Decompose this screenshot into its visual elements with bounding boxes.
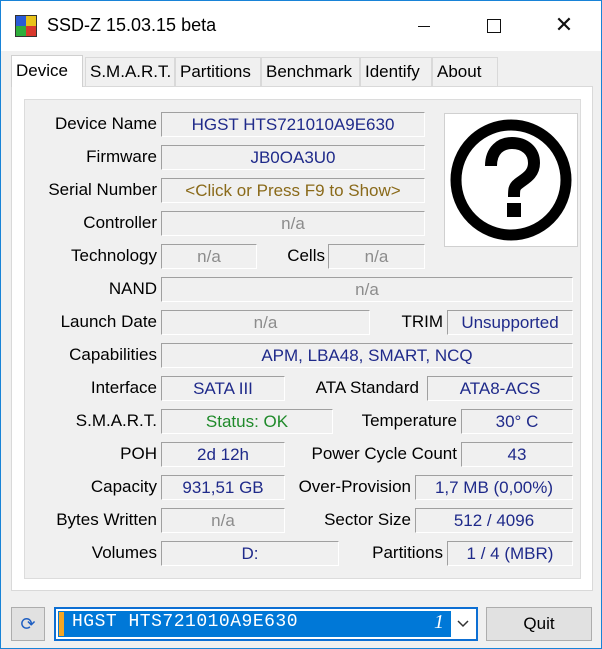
technology-label: Technology xyxy=(70,246,157,265)
nand-value: n/a xyxy=(161,277,573,302)
partitions-value: 1 / 4 (MBR) xyxy=(447,541,573,566)
power-cycle-count-label: Power Cycle Count xyxy=(311,444,457,463)
quit-button[interactable]: Quit xyxy=(486,607,592,641)
power-cycle-count-value: 43 xyxy=(461,442,573,467)
tab-about[interactable]: About xyxy=(432,57,498,87)
over-provision-label: Over-Provision xyxy=(298,477,411,496)
controller-value: n/a xyxy=(161,211,425,236)
capabilities-value: APM, LBA48, SMART, NCQ xyxy=(161,343,573,368)
question-mark-icon xyxy=(450,119,572,241)
technology-value: n/a xyxy=(161,244,257,269)
device-tab-panel: Device Name HGST HTS721010A9E630 Firmwar… xyxy=(11,86,593,591)
tab-smart[interactable]: S.M.A.R.T. xyxy=(85,57,175,87)
smart-label: S.M.A.R.T. xyxy=(75,411,157,430)
app-window: SSD-Z 15.03.15 beta ✕ Device S.M.A.R.T. … xyxy=(0,0,602,649)
serial-number-value[interactable]: <Click or Press F9 to Show> xyxy=(161,178,425,203)
maximize-icon xyxy=(487,19,501,33)
bytes-written-label: Bytes Written xyxy=(56,510,157,529)
app-icon xyxy=(15,15,37,37)
partitions-label: Partitions xyxy=(372,543,443,562)
smart-status-value: Status: OK xyxy=(161,409,333,434)
capabilities-label: Capabilities xyxy=(69,345,157,364)
interface-label: Interface xyxy=(90,378,157,397)
poh-label: POH xyxy=(120,444,157,463)
firmware-value: JB0OA3U0 xyxy=(161,145,425,170)
temperature-label: Temperature xyxy=(361,411,457,430)
close-icon: ✕ xyxy=(554,13,574,38)
refresh-icon: ⟳ xyxy=(20,613,36,635)
volumes-value: D: xyxy=(161,541,339,566)
refresh-button[interactable]: ⟳ xyxy=(11,607,45,641)
launch-date-value: n/a xyxy=(161,310,370,335)
minimize-button[interactable] xyxy=(401,1,447,51)
over-provision-value: 1,7 MB (0,00%) xyxy=(415,475,573,500)
tab-benchmark[interactable]: Benchmark xyxy=(261,57,360,87)
tab-identify[interactable]: Identify xyxy=(360,57,432,87)
drive-select-marker xyxy=(59,612,64,636)
device-name-label: Device Name xyxy=(54,114,157,133)
launch-date-label: Launch Date xyxy=(60,312,157,331)
cells-value: n/a xyxy=(328,244,425,269)
interface-value: SATA III xyxy=(161,376,285,401)
nand-label: NAND xyxy=(108,279,157,298)
sector-size-label: Sector Size xyxy=(324,510,411,529)
serial-number-label: Serial Number xyxy=(48,180,157,199)
device-name-value: HGST HTS721010A9E630 xyxy=(161,112,425,137)
capacity-label: Capacity xyxy=(90,477,157,496)
tab-partitions[interactable]: Partitions xyxy=(175,57,261,87)
firmware-label: Firmware xyxy=(86,147,157,166)
temperature-value: 30° C xyxy=(461,409,573,434)
drive-select-index: 1 xyxy=(434,611,444,633)
minimize-icon xyxy=(418,25,430,27)
chevron-down-icon[interactable] xyxy=(456,617,470,631)
drive-select[interactable]: HGST HTS721010A9E630 1 xyxy=(54,607,478,641)
trim-label: TRIM xyxy=(401,312,443,331)
bytes-written-value: n/a xyxy=(161,508,285,533)
ata-standard-value: ATA8-ACS xyxy=(427,376,573,401)
controller-label: Controller xyxy=(83,213,157,232)
close-button[interactable]: ✕ xyxy=(541,1,587,51)
tab-device[interactable]: Device xyxy=(11,55,83,87)
device-image xyxy=(444,113,578,247)
poh-value: 2d 12h xyxy=(161,442,285,467)
window-title: SSD-Z 15.03.15 beta xyxy=(47,15,217,35)
ata-standard-label: ATA Standard xyxy=(315,378,419,397)
capacity-value: 931,51 GB xyxy=(161,475,285,500)
footer-bar: ⟳ HGST HTS721010A9E630 1 Quit xyxy=(1,599,601,649)
volumes-label: Volumes xyxy=(91,543,157,562)
title-bar: SSD-Z 15.03.15 beta ✕ xyxy=(1,1,601,51)
trim-value: Unsupported xyxy=(447,310,573,335)
cells-label: Cells xyxy=(287,246,325,265)
drive-select-value: HGST HTS721010A9E630 xyxy=(72,612,299,632)
maximize-button[interactable] xyxy=(471,1,517,51)
device-info-group: Device Name HGST HTS721010A9E630 Firmwar… xyxy=(24,99,581,579)
sector-size-value: 512 / 4096 xyxy=(415,508,573,533)
